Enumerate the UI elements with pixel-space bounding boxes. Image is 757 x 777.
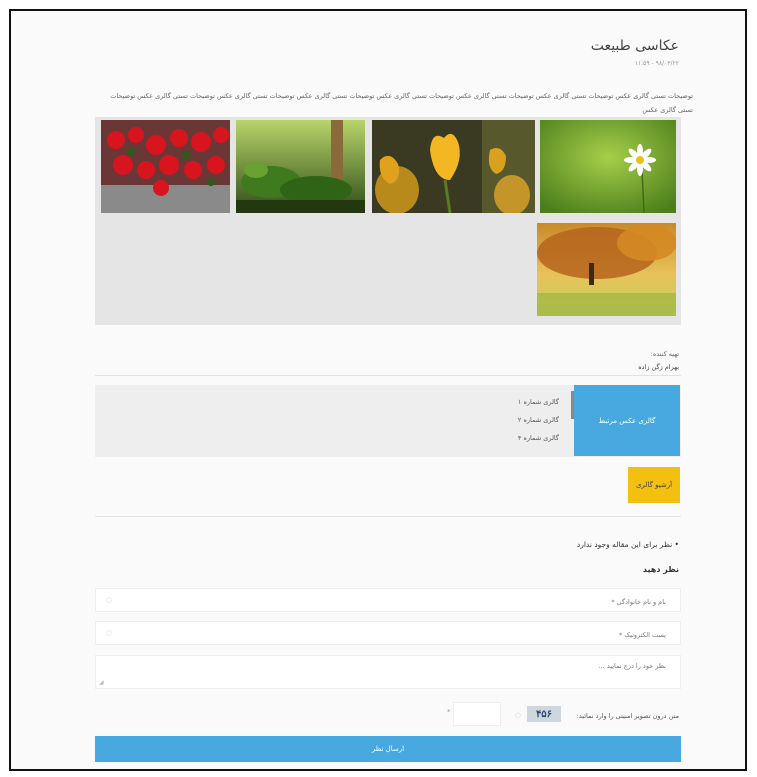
- gallery-photo-tulips[interactable]: [372, 120, 535, 213]
- comment-textarea[interactable]: [96, 656, 680, 688]
- gallery-photo-plants[interactable]: [236, 120, 365, 213]
- related-scrollbar[interactable]: [571, 391, 574, 419]
- captcha-input[interactable]: [454, 704, 504, 729]
- photo-gallery: [95, 117, 681, 325]
- related-item[interactable]: گالری شماره ۱: [518, 398, 559, 406]
- field-status-icon: ◌: [106, 629, 113, 637]
- refresh-captcha-icon[interactable]: ◌: [515, 711, 521, 719]
- comment-field[interactable]: ◢: [95, 655, 681, 689]
- gallery-photo-red-flowers[interactable]: [101, 120, 230, 213]
- captcha-field[interactable]: [453, 702, 504, 729]
- comment-form-heading: نظر دهید: [642, 565, 679, 574]
- email-input[interactable]: [96, 624, 680, 646]
- gallery-photo-daisy[interactable]: [540, 120, 676, 213]
- email-field[interactable]: ◌: [95, 621, 681, 646]
- related-item[interactable]: گالری شماره ۲: [518, 416, 559, 424]
- field-status-icon: ◌: [106, 596, 113, 604]
- submit-comment-button[interactable]: ارسال نظر: [95, 736, 681, 762]
- post-date: ۱۱:۵۹ - ۹۸/۰۳/۲۲: [634, 60, 679, 67]
- captcha-image: ۴۵۶: [527, 706, 561, 722]
- page-frame: عکاسی طبیعت ۱۱:۵۹ - ۹۸/۰۳/۲۲ توضیحات تست…: [9, 9, 747, 771]
- gallery-description: توضیحات تستی گالری عکس توضیحات تستی گالر…: [110, 92, 693, 114]
- divider: [95, 516, 681, 517]
- resize-handle-icon[interactable]: ◢: [99, 679, 104, 686]
- divider: [95, 375, 681, 376]
- author-label: تهیه کننده:: [650, 350, 679, 358]
- gallery-photo-autumn-tree[interactable]: [537, 223, 676, 316]
- no-comments-note: • نظر برای این مقاله وجود ندارد: [576, 540, 679, 549]
- required-asterisk: *: [447, 708, 451, 716]
- captcha-label: متن درون تصویر امنیتی را وارد نمائید:: [576, 712, 679, 720]
- related-galleries-title: گالری عکس مرتبط: [574, 385, 680, 456]
- author-name: بهرام زگن زاده: [638, 363, 679, 371]
- page-title: عکاسی طبیعت: [590, 38, 679, 54]
- name-field[interactable]: ◌: [95, 588, 681, 613]
- gallery-archive-button[interactable]: آرشیو گالری: [628, 467, 680, 503]
- name-input[interactable]: [96, 591, 680, 613]
- related-item[interactable]: گالری شماره ۴: [518, 434, 559, 442]
